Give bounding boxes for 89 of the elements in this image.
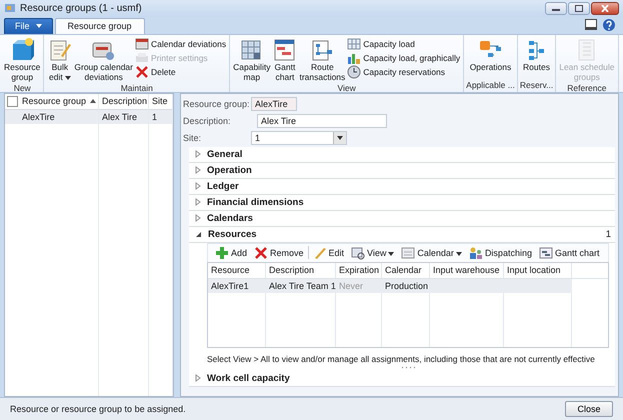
app-icon — [4, 2, 16, 14]
ribbon-button[interactable]: Calendar deviations — [134, 38, 228, 51]
field-label: Site: — [183, 133, 202, 144]
status-text: Resource or resource group to be assigned. — [10, 404, 187, 414]
ribbon-tab[interactable]: Resource group — [54, 18, 145, 34]
caret-icon — [456, 252, 462, 256]
ribbon-button[interactable]: Capacity load — [346, 38, 462, 51]
remove-icon — [254, 246, 268, 260]
toolbar-button[interactable]: Dispatching — [466, 244, 535, 261]
delete-icon — [134, 65, 149, 80]
file-menu[interactable]: File — [4, 18, 53, 34]
help-icon — [603, 19, 615, 32]
resource-group-field[interactable]: AlexTire — [251, 97, 297, 112]
column-header[interactable]: Expiration — [336, 262, 382, 278]
ribbon-button[interactable]: Resource group — [3, 36, 42, 83]
column-header[interactable]: Description — [99, 94, 149, 109]
group-label: Reference — [566, 82, 608, 93]
group-label: New — [12, 82, 32, 93]
toolbar-button[interactable]: View — [348, 244, 398, 261]
expanded-icon — [195, 230, 202, 238]
table-cell-text: Never — [338, 280, 364, 293]
table-cell-text: Alex Tire Team 1 — [268, 280, 336, 293]
section-header[interactable]: Operation — [189, 162, 615, 179]
ribbon-button[interactable]: Routes — [522, 36, 551, 73]
column-header[interactable]: Input location — [504, 262, 572, 278]
window-icon — [585, 19, 597, 30]
ribbon-button[interactable]: Group calendar deviations — [73, 36, 134, 83]
sort-up-icon — [90, 99, 96, 104]
column-header[interactable]: Calendar — [382, 262, 430, 278]
record-count: 1 — [606, 228, 611, 240]
caret-icon — [337, 136, 343, 140]
section-header[interactable]: Work cell capacity — [189, 370, 615, 387]
ribbon-button[interactable]: Capability map — [232, 36, 272, 83]
select-all-checkbox[interactable] — [6, 96, 18, 107]
table-cell-text: AlexTire1 — [210, 280, 250, 293]
ribbon-button[interactable]: Operations — [468, 36, 512, 73]
section-header[interactable]: Calendars — [189, 210, 615, 227]
group-label: Applicable ... — [466, 80, 515, 92]
ribbon-button[interactable]: Route transactions — [298, 36, 346, 83]
section-header[interactable]: Ledger — [189, 178, 615, 195]
maximize-button[interactable] — [568, 2, 590, 15]
table-cell-text: Alex Tire — [101, 110, 138, 124]
close-icon — [601, 4, 609, 12]
ribbon-button[interactable]: Delete — [134, 66, 228, 79]
flowchart-icon — [310, 38, 335, 62]
collapsed-icon — [195, 374, 201, 382]
field-label: Resource group: — [183, 99, 249, 110]
table-row[interactable]: AlexTire Alex Tire 1 — [5, 110, 173, 124]
column-header[interactable]: Resource — [208, 262, 266, 278]
close-button[interactable] — [591, 2, 619, 15]
column-header[interactable]: Description — [266, 262, 336, 278]
column-header[interactable]: Resource group — [19, 94, 99, 109]
toolbar-button[interactable]: Remove — [251, 244, 307, 261]
window-title: Resource groups (1 - usmf) — [20, 2, 143, 14]
caret-icon — [64, 76, 71, 80]
table-cell-text: 1 — [151, 110, 158, 124]
group-label: View — [336, 82, 357, 93]
maximize-icon — [575, 4, 583, 12]
ribbon-button[interactable]: Bulk edit — [46, 36, 74, 83]
ribbon-button[interactable]: Capacity load, graphically — [346, 52, 462, 65]
toolbar-button[interactable]: Add — [212, 244, 250, 261]
grid-icon — [347, 37, 362, 52]
group-label: Reserv... — [520, 80, 554, 92]
ribbon-button[interactable]: Gantt chart — [271, 36, 298, 83]
caret-icon — [36, 24, 42, 28]
group-label: Maintain — [120, 82, 154, 93]
close-button[interactable]: Close — [565, 401, 613, 418]
input-field[interactable]: Alex Tire — [257, 114, 387, 128]
toolbar-button[interactable]: Gantt chart — [536, 244, 602, 261]
ribbon-button[interactable]: Capacity reservations — [346, 66, 462, 79]
help-text: Select View > All to view and/or manage all assignments, including those that are not currently effective — [207, 354, 595, 364]
column-header[interactable]: Site — [149, 94, 173, 109]
table-cell-text: AlexTire — [21, 110, 56, 124]
gantt-icon — [538, 246, 553, 260]
people-icon — [468, 246, 483, 260]
clock-icon — [347, 65, 362, 80]
toolbar-button[interactable]: Edit — [310, 244, 348, 261]
chart-icon — [347, 51, 362, 66]
column-header[interactable]: Input warehouse — [430, 262, 504, 278]
site-dropdown[interactable]: 1 — [251, 131, 347, 146]
add-icon — [215, 246, 229, 260]
section-header[interactable]: Financial dimensions — [189, 194, 615, 211]
field-label: Description: — [183, 116, 232, 126]
caret-icon — [388, 252, 394, 256]
gantt-icon — [272, 38, 298, 62]
minimize-button[interactable] — [545, 2, 567, 15]
section-header[interactable]: General — [189, 146, 615, 163]
table-cell-text: Production — [384, 280, 430, 293]
toolbar-button[interactable]: Calendar — [398, 244, 465, 261]
